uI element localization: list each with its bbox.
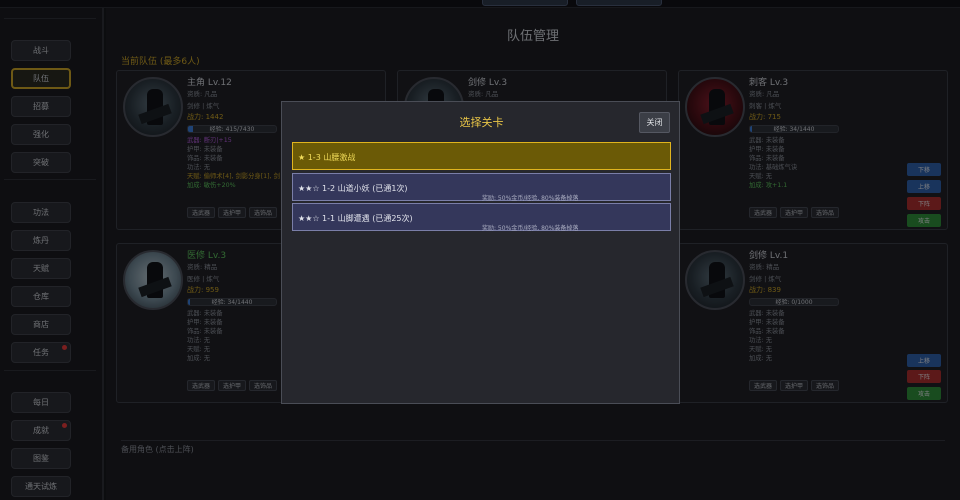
dialog-title: 选择关卡: [459, 116, 504, 129]
stage-label: ★★☆ 1-1 山脚遭遇 (已通25次): [298, 214, 413, 223]
stage-reward: 奖励: 50%金币/经验, 80%装备掉落: [482, 225, 579, 231]
stage-select-dialog: 选择关卡 关闭 ★ 1-3 山腰激战 ★★☆ 1-2 山道小妖 (已通1次) 奖…: [281, 101, 680, 404]
stage-item[interactable]: ★★☆ 1-2 山道小妖 (已通1次) 奖励: 50%金币/经验, 80%装备掉…: [292, 173, 671, 201]
close-button[interactable]: 关闭: [639, 112, 670, 133]
stage-item[interactable]: ★ 1-3 山腰激战: [292, 142, 671, 170]
stage-label: ★★☆ 1-2 山道小妖 (已通1次): [298, 184, 408, 193]
stage-reward: 奖励: 50%金币/经验, 80%装备掉落: [482, 195, 579, 201]
game-window: 战斗 队伍 招募 强化 突破 功法 炼丹 天赋 仓库 商店 任务 每日 成就 图鉴 通天试炼 队伍管理 当前…: [0, 0, 960, 500]
stage-label: ★ 1-3 山腰激战: [298, 153, 356, 162]
stage-item[interactable]: ★★☆ 1-1 山脚遭遇 (已通25次) 奖励: 50%金币/经验, 80%装备…: [292, 203, 671, 231]
